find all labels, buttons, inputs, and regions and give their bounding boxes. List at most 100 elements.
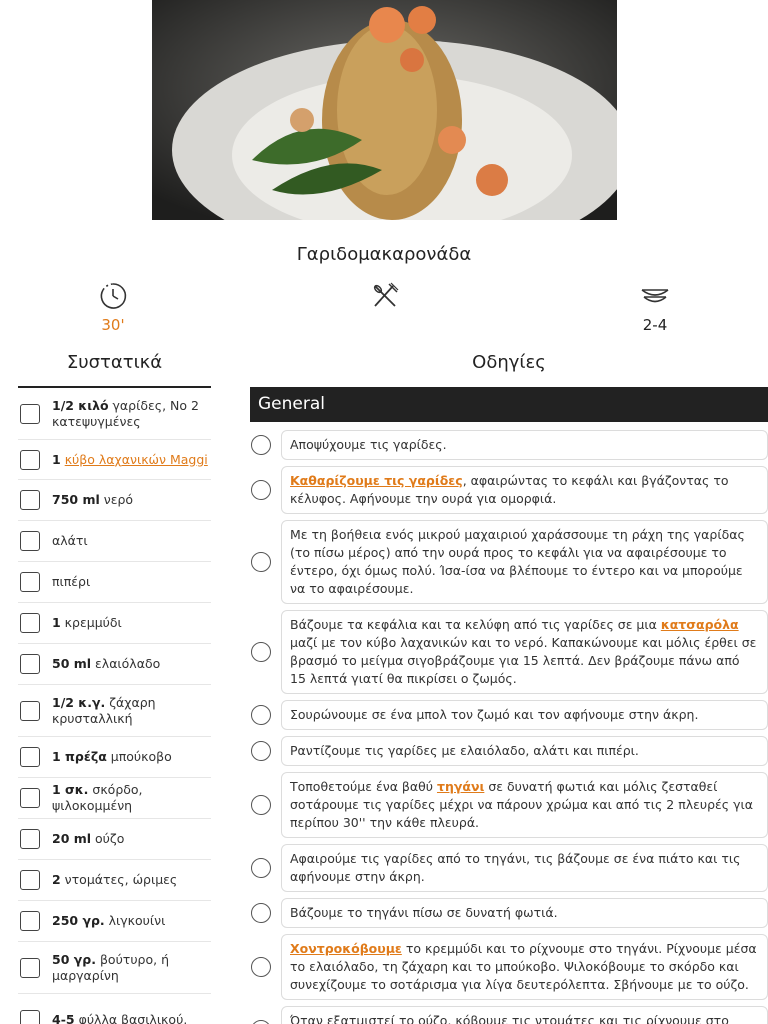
ingredient-checkbox[interactable] [20,654,40,674]
ingredient-text: 1 κρεμμύδι [52,615,122,631]
step-text: Αποψύχουμε τις γαρίδες. [281,430,768,460]
ingredient-text: 2 ντομάτες, ώριμες [52,872,177,888]
step-radio[interactable] [251,903,271,923]
ingredient-checkbox[interactable] [20,449,40,470]
bowls-icon [641,289,669,303]
instruction-step: Τοποθετούμε ένα βαθύ τηγάνι σε δυνατή φω… [250,772,768,838]
recipe-page: Γαριδομακαρονάδα 30' 2-4 Συστατικά Οδηγί [0,0,768,1024]
step-radio[interactable] [251,480,271,500]
ingredient-item: 1 σκ. σκόρδο, ψιλοκομμένη [18,778,211,819]
ingredient-quantity: 1 σκ. [52,782,89,797]
instructions-heading: Οδηγίες [472,352,546,373]
ingredient-text: 4-5 φύλλα βασιλικού, [52,1012,187,1024]
ingredient-checkbox[interactable] [20,1009,40,1024]
ingredient-name: μπούκοβο [106,749,172,764]
ingredient-name: κρεμμύδι [60,615,122,630]
instruction-step: Καθαρίζουμε τις γαρίδες, αφαιρώντας το κ… [250,466,768,514]
step-link[interactable]: Χοντροκόβουμε [290,941,402,956]
step-text: Με τη βοήθεια ενός μικρού μαχαιριού χαρά… [281,520,768,604]
ingredient-checkbox[interactable] [20,613,40,633]
ingredient-quantity: 2 [52,872,61,887]
step-radio[interactable] [251,1020,271,1024]
step-body: Αποψύχουμε τις γαρίδες. [290,437,447,452]
ingredient-item: 50 γρ. βούτυρο, ή μαργαρίνη [18,942,211,994]
ingredient-text: 750 ml νερό [52,492,133,508]
step-body: Βάζουμε τα κεφάλια και τα κελύφη από τις… [290,617,661,632]
ingredient-name: ούζο [91,831,125,846]
step-radio[interactable] [251,858,271,878]
ingredient-name: λιγκουίνι [104,913,166,928]
ingredient-quantity: 1 [52,615,61,630]
ingredient-quantity: 250 γρ. [52,913,105,928]
step-radio[interactable] [251,705,271,725]
ingredient-item: πιπέρι [18,562,211,603]
step-radio[interactable] [251,435,271,455]
ingredient-quantity: 50 ml [52,656,92,671]
step-radio[interactable] [251,642,271,662]
ingredient-name: πιπέρι [52,574,91,589]
ingredient-link[interactable]: κύβο λαχανικών Maggi [65,452,208,467]
step-text: Χοντροκόβουμε το κρεμμύδι και το ρίχνουμ… [281,934,768,1000]
ingredient-item: 1 πρέζα μπούκοβο [18,737,211,778]
ingredient-checkbox[interactable] [20,870,40,890]
ingredient-name: ελαιόλαδο [91,656,161,671]
instruction-step: Χοντροκόβουμε το κρεμμύδι και το ρίχνουμ… [250,934,768,1000]
ingredient-text: 250 γρ. λιγκουίνι [52,913,165,929]
ingredient-quantity: 750 ml [52,492,100,507]
prep-time: 30' [73,280,153,336]
ingredient-item: 1/2 κιλό γαρίδες, Νο 2 κατεψυγμένες [18,388,211,440]
ingredient-checkbox[interactable] [20,747,40,767]
difficulty [345,280,425,336]
ingredient-item: 750 ml νερό [18,480,211,521]
ingredient-text: 1/2 κιλό γαρίδες, Νο 2 κατεψυγμένες [52,398,211,430]
ingredient-item: 250 γρ. λιγκουίνι [18,901,211,942]
step-radio[interactable] [251,957,271,977]
ingredient-item: 20 ml ούζο [18,819,211,860]
ingredient-quantity: 1 [52,451,61,467]
instruction-step: Βάζουμε τα κεφάλια και τα κελύφη από τις… [250,610,768,694]
ingredient-checkbox[interactable] [20,700,40,721]
ingredient-checkbox[interactable] [20,490,40,510]
step-radio[interactable] [251,795,271,815]
instruction-step: Σουρώνουμε σε ένα μπολ τον ζωμό και τον … [250,700,768,730]
ingredient-checkbox[interactable] [20,531,40,551]
step-body: Σουρώνουμε σε ένα μπολ τον ζωμό και τον … [290,707,699,722]
step-body: Βάζουμε το τηγάνι πίσω σε δυνατή φωτιά. [290,905,558,920]
step-link[interactable]: Καθαρίζουμε τις γαρίδες [290,473,463,488]
step-body: Τοποθετούμε ένα βαθύ [290,779,437,794]
step-radio[interactable] [251,741,271,761]
step-text: Σουρώνουμε σε ένα μπολ τον ζωμό και τον … [281,700,768,730]
step-link[interactable]: κατσαρόλα [661,617,739,632]
step-link[interactable]: τηγάνι [437,779,484,794]
step-text: Τοποθετούμε ένα βαθύ τηγάνι σε δυνατή φω… [281,772,768,838]
step-body: Όταν εξατμιστεί το ούζο, κόβουμε τις ντο… [290,1013,729,1024]
step-text: Καθαρίζουμε τις γαρίδες, αφαιρώντας το κ… [281,466,768,514]
ingredient-checkbox[interactable] [20,788,40,808]
servings-value: 2-4 [642,316,668,334]
ingredient-name: ντομάτες, ώριμες [60,872,178,887]
ingredient-name: φύλλα βασιλικού, [74,1011,188,1024]
ingredient-text: 50 γρ. βούτυρο, ή μαργαρίνη [52,952,211,984]
ingredient-item: 4-5 φύλλα βασιλικού, [18,994,211,1024]
instruction-step: Ραντίζουμε τις γαρίδες με ελαιόλαδο, αλά… [250,736,768,766]
ingredient-checkbox[interactable] [20,911,40,931]
step-text: Ραντίζουμε τις γαρίδες με ελαιόλαδο, αλά… [281,736,768,766]
step-text: Αφαιρούμε τις γαρίδες από το τηγάνι, τις… [281,844,768,892]
instruction-step: Αποψύχουμε τις γαρίδες. [250,430,768,460]
ingredient-item: 50 ml ελαιόλαδο [18,644,211,685]
ingredient-checkbox[interactable] [20,403,40,424]
ingredient-checkbox[interactable] [20,957,40,978]
step-body: Αφαιρούμε τις γαρίδες από το τηγάνι, τις… [290,851,741,884]
ingredient-item: 1/2 κ.γ. ζάχαρη κρυσταλλική [18,685,211,737]
ingredient-item: αλάτι [18,521,211,562]
ingredient-checkbox[interactable] [20,572,40,592]
step-text: Βάζουμε τα κεφάλια και τα κελύφη από τις… [281,610,768,694]
step-text: Όταν εξατμιστεί το ούζο, κόβουμε τις ντο… [281,1006,768,1024]
step-radio[interactable] [251,552,271,572]
timer-icon [100,283,127,309]
ingredients-list: 1/2 κιλό γαρίδες, Νο 2 κατεψυγμένες 1 κύβ… [18,388,211,1024]
servings: 2-4 [615,280,695,336]
ingredient-quantity: 1 πρέζα [52,749,107,764]
ingredient-text: 1 πρέζα μπούκοβο [52,749,172,765]
ingredient-checkbox[interactable] [20,829,40,849]
